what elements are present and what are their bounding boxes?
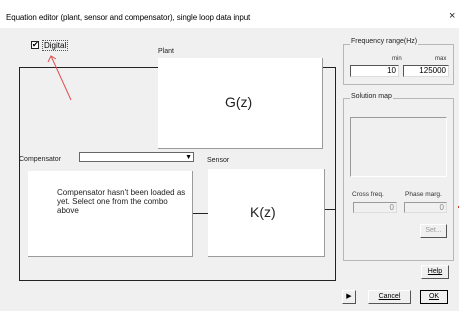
help-button-label: Help	[427, 268, 443, 275]
close-icon[interactable]: ×	[449, 10, 455, 22]
loop-line-top	[19, 67, 158, 68]
digital-checkbox[interactable]: ✔	[31, 41, 39, 49]
ok-button-label: OK	[428, 293, 440, 300]
loop-line-comp-sensor	[193, 213, 208, 214]
solution-map-canvas[interactable]	[350, 117, 447, 177]
frequency-min-input[interactable]: 10	[350, 65, 399, 77]
plant-label: Plant	[158, 48, 174, 55]
cross-freq-field: 0	[353, 202, 397, 213]
loop-line-bottom	[19, 280, 336, 281]
play-button[interactable]: ▶	[342, 290, 356, 304]
cancel-button-label: Cancel	[378, 293, 401, 300]
loop-line-left	[19, 67, 20, 280]
phase-marg-label: Phase marg.	[405, 191, 442, 198]
phase-marg-field: 0	[404, 202, 447, 213]
frequency-range-title: Frequency range(Hz)	[350, 38, 419, 45]
cross-freq-label: Cross freq.	[352, 191, 384, 198]
compensator-combo[interactable]: ▼	[79, 152, 194, 162]
frequency-max-label: max	[435, 56, 447, 62]
title-bar: Equation editor (plant, sensor and compe…	[0, 0, 459, 28]
chevron-down-icon[interactable]: ▼	[185, 153, 192, 162]
frequency-min-label: min	[392, 56, 402, 62]
ok-button[interactable]: OK	[420, 290, 448, 304]
sensor-transfer-function: K(z)	[250, 204, 276, 220]
cancel-button[interactable]: Cancel	[368, 290, 411, 304]
plant-transfer-function: G(z)	[225, 94, 253, 110]
annotation-arrow	[47, 55, 72, 101]
play-icon: ▶	[346, 293, 352, 300]
compensator-message: Compensator hasn't been loaded as yet. S…	[57, 188, 186, 215]
window-title: Equation editor (plant, sensor and compe…	[6, 13, 251, 22]
annotation-arrow-shaft	[50, 55, 72, 101]
set-button[interactable]: Set...	[420, 224, 447, 238]
frequency-max-input[interactable]: 125000	[403, 65, 449, 77]
loop-line-sensor-right	[325, 209, 336, 210]
compensator-label: Compensator	[19, 156, 62, 163]
equation-editor-dialog: Equation editor (plant, sensor and compe…	[0, 0, 459, 311]
loop-line-right	[335, 67, 336, 281]
sensor-label: Sensor	[207, 157, 230, 164]
help-button[interactable]: Help	[421, 265, 449, 279]
solution-map-title: Solution map	[350, 93, 393, 100]
